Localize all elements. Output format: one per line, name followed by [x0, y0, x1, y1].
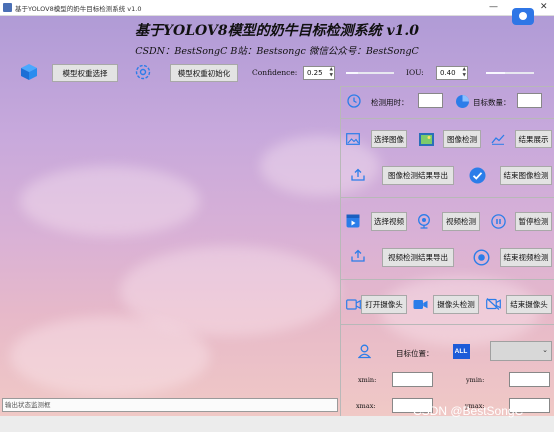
camera-icon: [412, 297, 428, 311]
xmax-label: xmax:: [356, 402, 376, 410]
close-button[interactable]: ✕: [540, 2, 548, 13]
csdn-watermark: CSDN @BestSongC: [413, 404, 524, 418]
chevron-down-icon: ⌄: [542, 346, 548, 354]
check-circle-icon: [468, 166, 486, 184]
gear-icon: [134, 63, 152, 81]
end-image-detect-button[interactable]: 结束图像检测: [500, 166, 552, 185]
confidence-value: 0.25: [307, 69, 323, 77]
ymin-value-box: [509, 372, 550, 387]
select-weights-button[interactable]: 模型权重选择: [52, 64, 118, 82]
pause-detect-button[interactable]: 暂停检测: [515, 212, 552, 231]
open-camera-button[interactable]: 打开摄像头: [361, 295, 407, 314]
camera-icon: [345, 297, 361, 311]
all-badge-icon: ALL: [452, 343, 470, 359]
select-video-button[interactable]: 选择视频: [371, 212, 407, 231]
person-location-icon: [356, 343, 372, 359]
camera-off-icon: [485, 297, 501, 311]
count-label: 目标数量：: [473, 98, 511, 107]
export-video-result-button[interactable]: 视频检测结果导出: [382, 248, 454, 267]
confidence-slider[interactable]: [346, 67, 394, 79]
pie-chart-icon: [454, 93, 470, 109]
window-title: 基于YOLOV8模型的奶牛目标检测系统 v1.0: [15, 5, 142, 13]
detect-camera-button[interactable]: 摄像头检测: [433, 295, 479, 314]
page-title: 基于YOLOV8模型的奶牛目标检测系统 v1.0: [135, 23, 419, 39]
record-icon: [472, 248, 490, 266]
upload-icon: [350, 167, 366, 181]
iou-spinbox[interactable]: 0.40 ▲ ▼: [436, 66, 468, 80]
panel-divider: [340, 86, 341, 416]
end-video-detect-button[interactable]: 结束视频检测: [500, 248, 552, 267]
detect-image-button[interactable]: 图像检测: [443, 130, 481, 148]
ymin-label: ymin:: [466, 376, 485, 384]
section-divider: [340, 86, 554, 87]
export-image-result-button[interactable]: 图像检测结果导出: [382, 166, 454, 185]
confidence-label: Confidence:: [252, 68, 298, 77]
xmin-value-box: [392, 372, 433, 387]
minimize-button[interactable]: —: [489, 2, 498, 13]
xmin-label: xmin:: [358, 376, 377, 384]
count-value-box: [517, 93, 542, 108]
time-label: 检测用时：: [371, 98, 409, 107]
init-weights-button[interactable]: 模型权重初始化: [170, 64, 238, 82]
cube-icon: [20, 63, 38, 81]
iou-value: 0.40: [440, 69, 456, 77]
window-titlebar: 基于YOLOV8模型的奶牛目标检测系统 v1.0 — ✕: [0, 0, 554, 16]
status-output-box[interactable]: 输出状态监测框: [2, 398, 338, 412]
time-value-box: [418, 93, 443, 108]
close-camera-button[interactable]: 结束摄像头: [506, 295, 552, 314]
status-placeholder: 输出状态监测框: [5, 401, 51, 409]
iou-label: IOU:: [406, 68, 424, 77]
target-select-dropdown[interactable]: ⌄: [490, 341, 552, 361]
section-divider: [340, 197, 554, 198]
iou-slider[interactable]: [486, 67, 534, 79]
show-result-button[interactable]: 结果展示: [515, 130, 552, 148]
pause-icon: [490, 213, 506, 229]
bottom-bar: [0, 416, 554, 432]
image-icon: [345, 132, 361, 146]
clock-icon: [346, 93, 362, 109]
section-divider: [340, 324, 554, 325]
section-divider: [340, 118, 554, 119]
trend-icon: [490, 132, 506, 146]
confidence-spinbox[interactable]: 0.25 ▲ ▼: [303, 66, 335, 80]
target-position-label: 目标位置：: [396, 349, 434, 358]
app-icon: [3, 3, 12, 12]
spin-arrows-icon[interactable]: ▲ ▼: [463, 67, 466, 78]
gallery-icon: [418, 132, 434, 146]
spin-arrows-icon[interactable]: ▲ ▼: [330, 67, 333, 78]
credits-line: CSDN：BestSongC B站：Bestsongc 微信公众号：BestSo…: [135, 46, 419, 57]
select-image-button[interactable]: 选择图像: [371, 130, 407, 148]
section-divider: [340, 279, 554, 280]
detect-video-button[interactable]: 视频检测: [442, 212, 480, 231]
upload-icon: [350, 248, 366, 262]
video-window-icon: [345, 213, 361, 229]
webcam-icon: [416, 213, 432, 229]
